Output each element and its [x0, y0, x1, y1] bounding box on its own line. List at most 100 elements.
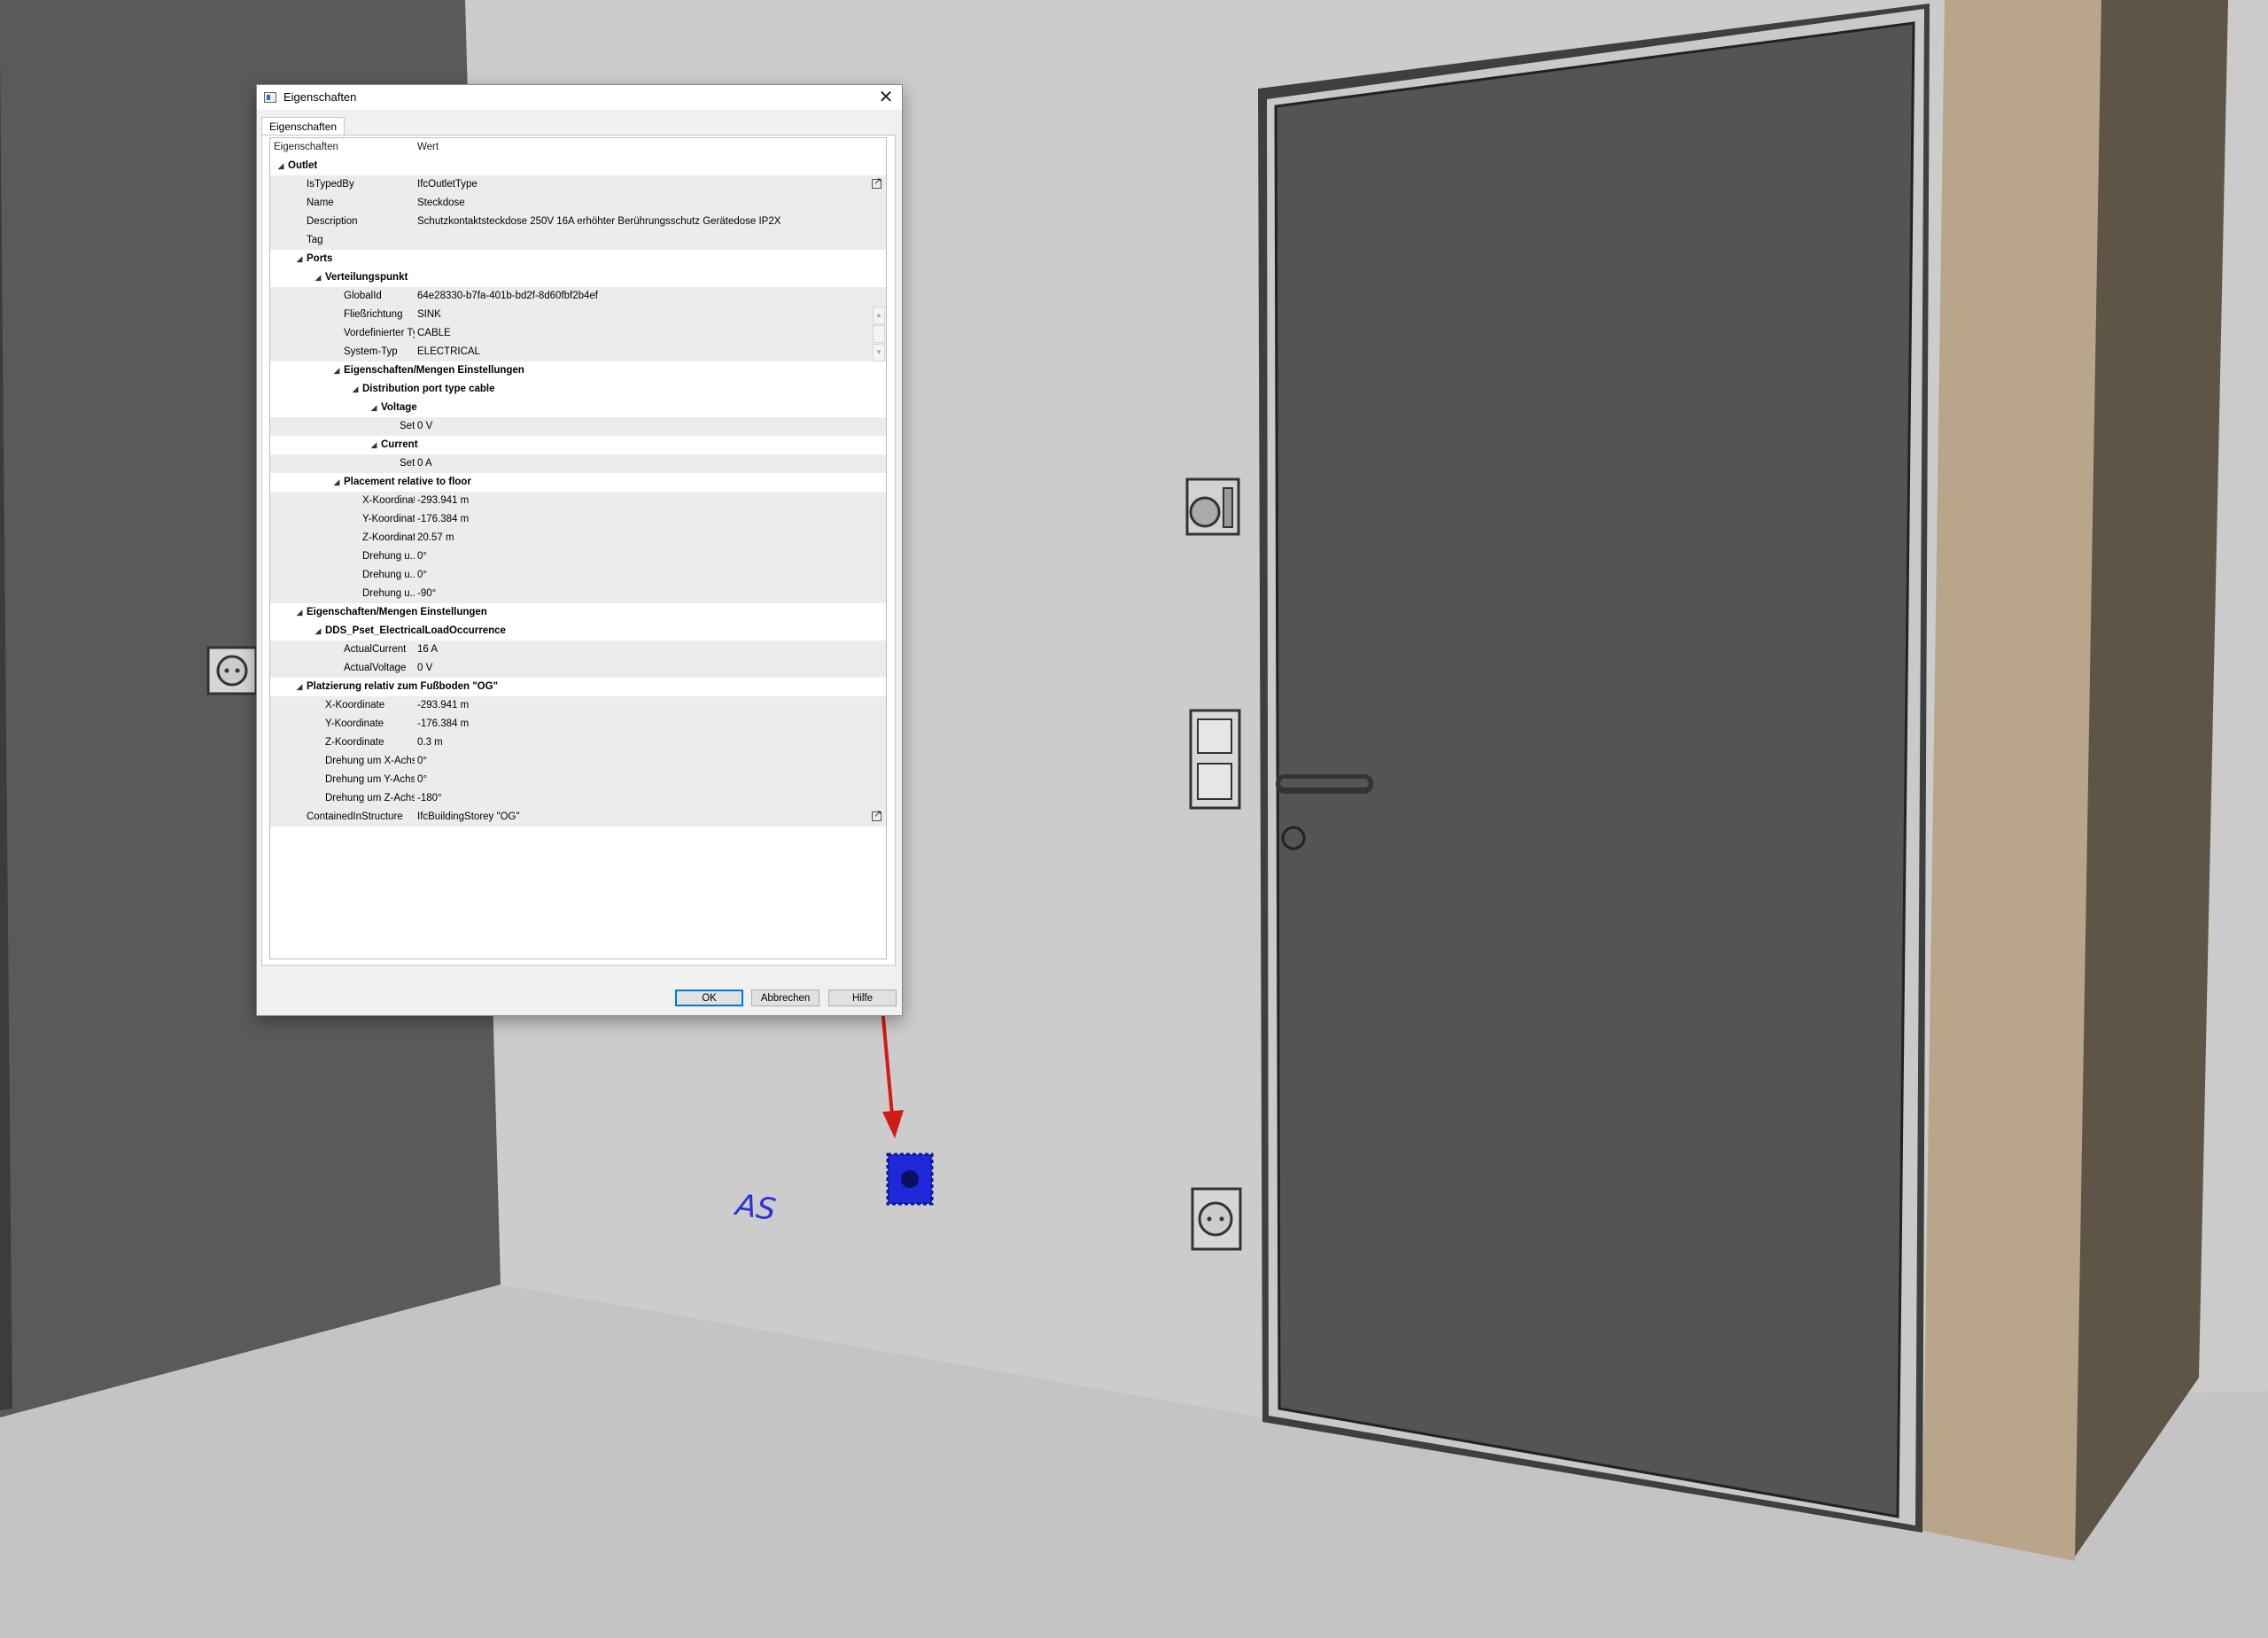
property-value[interactable]: 20.57 m [415, 529, 886, 547]
row-name-cell [270, 287, 415, 306]
property-row[interactable]: X-Koordinate -293.941 m [270, 696, 886, 715]
property-row[interactable]: Set... 0 V [270, 417, 886, 436]
property-grid[interactable]: Eigenschaften Wert ◢ Outlet IsTypedBy IfcOu… [269, 137, 887, 959]
property-value[interactable]: IfcOutletType [415, 175, 886, 194]
app-icon [264, 92, 276, 103]
selected-outlet[interactable] [886, 1153, 934, 1206]
property-value[interactable]: ELECTRICAL [415, 343, 886, 361]
property-name: Y-Koordinate [362, 514, 422, 524]
property-row[interactable]: Z-Koordinate 20.57 m [270, 529, 886, 547]
property-name: Outlet [288, 160, 318, 171]
collapse-toggle-icon[interactable]: ◢ [313, 268, 323, 287]
property-name: Z-Koordinate [325, 737, 384, 748]
property-value[interactable]: -293.941 m [415, 696, 886, 715]
property-row[interactable]: Set... 0 A [270, 454, 886, 473]
property-name: Drehung um Y-Achse [325, 774, 422, 785]
collapse-toggle-icon[interactable]: ◢ [294, 250, 305, 268]
collapse-toggle-icon[interactable]: ◢ [369, 399, 379, 417]
property-value[interactable]: 0 V [415, 659, 886, 678]
property-name: Current [381, 439, 418, 450]
property-row[interactable]: Drehung u... 0° [270, 566, 886, 585]
collapse-toggle-icon[interactable]: ◢ [294, 678, 305, 696]
property-value [415, 268, 886, 287]
help-button[interactable]: Hilfe [828, 990, 897, 1006]
property-value[interactable]: -176.384 m [415, 510, 886, 529]
property-row[interactable]: Drehung u... 0° [270, 547, 886, 566]
property-group-row[interactable]: ◢ Current [270, 436, 886, 454]
property-group-row[interactable]: ◢ Ports [270, 250, 886, 268]
property-group-row[interactable]: ◢ Platzierung relativ zum Fußboden "OG" [270, 678, 886, 696]
property-row[interactable]: Z-Koordinate 0.3 m [270, 734, 886, 752]
property-row[interactable]: Drehung um X-Achse 0° [270, 752, 886, 771]
collapse-toggle-icon[interactable]: ◢ [331, 361, 342, 380]
dialog-titlebar[interactable]: Eigenschaften ✕ [257, 85, 902, 110]
property-row[interactable]: ContainedInStructure IfcBuildingStorey "O… [270, 808, 886, 827]
collapse-toggle-icon[interactable]: ◢ [331, 473, 342, 492]
property-group-row[interactable]: ◢ Verteilungspunkt [270, 268, 886, 287]
property-value [415, 361, 886, 380]
property-row[interactable]: Y-Koordinate -176.384 m [270, 510, 886, 529]
property-group-row[interactable]: ◢ Outlet [270, 157, 886, 175]
property-row[interactable]: Fließrichtung SINK [270, 306, 886, 324]
property-row[interactable]: Name Steckdose [270, 194, 886, 213]
property-value[interactable]: Schutzkontaktsteckdose 250V 16A erhöhter… [415, 213, 886, 231]
property-name: Drehung um Z-Achse [325, 793, 423, 803]
ok-button[interactable]: OK [675, 990, 743, 1006]
property-value[interactable]: 64e28330-b7fa-401b-bd2f-8d60fbf2b4ef [415, 287, 886, 306]
property-value[interactable]: -90° [415, 585, 886, 603]
property-value[interactable]: SINK [415, 306, 886, 324]
tab-eigenschaften[interactable]: Eigenschaften [261, 117, 346, 136]
property-value[interactable]: 0° [415, 547, 886, 566]
scroll-down-icon[interactable]: ▼ [873, 344, 885, 361]
property-row[interactable]: IsTypedBy IfcOutletType [270, 175, 886, 194]
property-group-row[interactable]: ◢ Distribution port type cable [270, 380, 886, 399]
open-link-icon[interactable] [872, 808, 882, 821]
property-row[interactable]: Drehung um Y-Achse 0° [270, 771, 886, 789]
open-link-icon[interactable] [872, 175, 882, 189]
collapse-toggle-icon[interactable]: ◢ [294, 603, 305, 622]
property-group-row[interactable]: ◢ DDS_Pset_ElectricalLoadOccurrence [270, 622, 886, 640]
property-value [415, 157, 886, 175]
property-row[interactable]: GlobalId 64e28330-b7fa-401b-bd2f-8d60fbf2… [270, 287, 886, 306]
property-value [415, 399, 886, 417]
grid-scrollbar[interactable]: ▲ ▼ [873, 307, 885, 361]
property-value[interactable]: 0° [415, 752, 886, 771]
property-value[interactable]: CABLE [415, 324, 886, 343]
property-value[interactable]: Steckdose [415, 194, 886, 213]
collapse-toggle-icon[interactable]: ◢ [276, 157, 286, 175]
cancel-button[interactable]: Abbrechen [751, 990, 819, 1006]
property-value[interactable]: 0° [415, 771, 886, 789]
property-group-row[interactable]: ◢ Eigenschaften/Mengen Einstellungen [270, 361, 886, 380]
property-value[interactable]: 0 A [415, 454, 886, 473]
collapse-toggle-icon[interactable]: ◢ [313, 622, 323, 640]
property-group-row[interactable]: ◢ Voltage [270, 399, 886, 417]
property-value[interactable]: -180° [415, 789, 886, 808]
property-row[interactable]: ActualVoltage 0 V [270, 659, 886, 678]
property-group-row[interactable]: ◢ Placement relative to floor [270, 473, 886, 492]
property-value [415, 678, 886, 696]
property-row[interactable]: Vordefinierter Typ CABLE [270, 324, 886, 343]
scroll-thumb[interactable] [873, 325, 885, 343]
property-value[interactable]: 0° [415, 566, 886, 585]
property-row[interactable]: X-Koordinate -293.941 m [270, 492, 886, 510]
property-value[interactable]: -293.941 m [415, 492, 886, 510]
property-group-row[interactable]: ◢ Eigenschaften/Mengen Einstellungen [270, 603, 886, 622]
property-row[interactable]: Tag [270, 231, 886, 250]
property-row[interactable]: ActualCurrent 16 A [270, 640, 886, 659]
property-name: Voltage [381, 402, 417, 413]
property-value[interactable]: -176.384 m [415, 715, 886, 734]
property-row[interactable]: Y-Koordinate -176.384 m [270, 715, 886, 734]
property-value[interactable]: 0 V [415, 417, 886, 436]
property-value[interactable]: 16 A [415, 640, 886, 659]
scroll-up-icon[interactable]: ▲ [873, 307, 885, 324]
property-row[interactable]: Description Schutzkontaktsteckdose 250V 1… [270, 213, 886, 231]
property-value[interactable] [415, 231, 886, 250]
close-button[interactable]: ✕ [870, 85, 902, 110]
collapse-toggle-icon[interactable]: ◢ [369, 436, 379, 454]
property-value[interactable]: 0.3 m [415, 734, 886, 752]
property-row[interactable]: Drehung u... -90° [270, 585, 886, 603]
property-row[interactable]: Drehung um Z-Achse -180° [270, 789, 886, 808]
property-value[interactable]: IfcBuildingStorey "OG" [415, 808, 886, 827]
property-row[interactable]: System-Typ ELECTRICAL [270, 343, 886, 361]
collapse-toggle-icon[interactable]: ◢ [350, 380, 361, 399]
